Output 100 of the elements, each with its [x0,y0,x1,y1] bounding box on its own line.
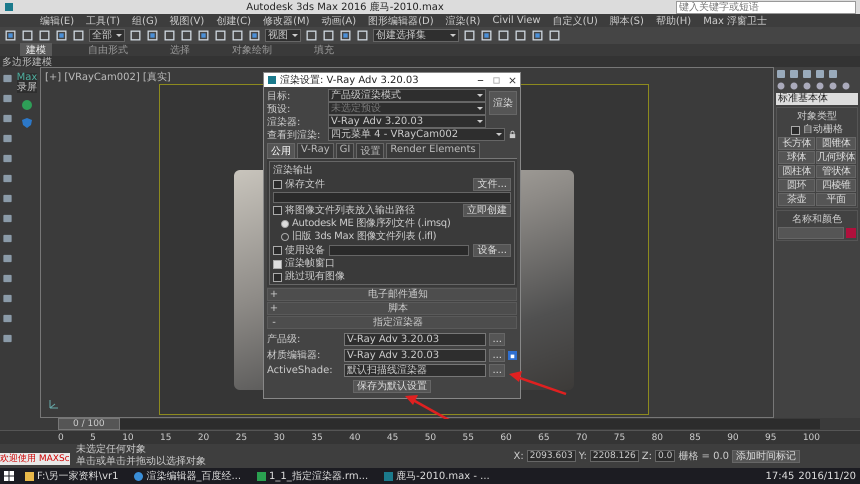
menu-item[interactable]: Civil View [492,15,541,26]
dropdown[interactable]: V-Ray Adv 3.20.03 [328,115,486,128]
tool-icon[interactable] [2,273,12,284]
script-listener-field[interactable]: 欢迎使用 MAXSc [0,453,70,465]
selection-set-dropdown[interactable]: 创建选择集 [373,29,459,42]
toolbar-tool-icon[interactable] [480,29,493,42]
file-button[interactable]: 文件... [473,178,511,191]
primitive-button[interactable]: 圆环 [778,179,815,192]
viewport[interactable] [40,67,774,418]
primitive-button[interactable]: 管状体 [816,165,856,178]
toolbar-tool-icon[interactable] [356,29,369,42]
coordinate-field[interactable]: 2208.126 [590,450,639,462]
lock-icon[interactable] [508,130,517,139]
selection-filter-dropdown[interactable]: 全部 [89,29,125,42]
time-slider[interactable]: 0 / 100 [58,419,820,429]
settings-tab[interactable]: 设置 [356,143,384,158]
toolbar-tool-icon[interactable] [463,29,476,42]
toolbar-tool-icon[interactable] [214,29,227,42]
menu-item[interactable]: 图形编辑器(D) [368,14,434,28]
toolbar-tool-icon[interactable] [4,29,17,42]
create-now-button[interactable]: 立即创建 [463,204,511,217]
toolbar-tool-icon[interactable] [180,29,193,42]
primitive-button[interactable]: 茶壶 [778,193,815,206]
checkbox[interactable]: 将图像文件列表放入输出路径 [273,204,415,216]
coordinate-system-dropdown[interactable]: 视图 [265,29,301,42]
toolbar-tool-icon[interactable] [531,29,544,42]
close-icon[interactable] [508,76,517,84]
tool-icon[interactable] [2,153,12,164]
taskbar-app-button[interactable]: 1_1_指定渲染器.rm... [252,469,374,483]
viewport-label[interactable]: [+] [VRayCam002] [真实] [45,70,171,84]
ribbon-tab[interactable]: 选择 [164,43,196,57]
app-logo-icon[interactable] [4,2,14,12]
menu-item[interactable]: 帮助(H) [656,14,692,28]
tool-icon[interactable] [2,73,12,84]
tool-icon[interactable] [2,173,12,184]
coordinate-field[interactable]: 2093.603 [526,450,576,462]
tool-icon[interactable] [2,113,12,124]
toolbar-tool-icon[interactable] [197,29,210,42]
lock-toggle-icon[interactable] [508,350,517,360]
save-as-default-button[interactable]: 保存为默认设置 [353,380,431,393]
tool-icon[interactable] [2,93,12,104]
ribbon-tab[interactable]: 对象绘制 [226,43,278,57]
checkbox[interactable]: 跳过现有图像 [273,271,511,283]
output-path-field[interactable] [273,192,511,203]
menu-item[interactable]: 动画(A) [322,14,356,28]
toolbar-tool-icon[interactable] [163,29,176,42]
taskbar-app-button[interactable]: 渲染编辑器_百度经... [129,469,246,483]
dropdown[interactable]: 产品级渲染模式 [328,89,486,102]
menu-item[interactable]: 渲染(R) [446,14,480,28]
radio-option[interactable]: Autodesk ME 图像序列文件 (.imsq) [273,218,511,230]
toolbar-tool-icon[interactable] [146,29,159,42]
checkbox[interactable]: 渲染帧窗口 [273,258,511,270]
windows-start-icon[interactable] [4,471,14,481]
toolbar-tool-icon[interactable] [21,29,34,42]
taskbar-app-button[interactable]: F:\另一家资料\vr1 [20,469,124,483]
toolbar-tool-icon[interactable] [231,29,244,42]
toolbar-tool-icon[interactable] [129,29,142,42]
settings-tab[interactable]: 公用 [267,143,295,158]
rollout-header[interactable]: - 指定渲染器 [267,316,517,329]
tool-icon[interactable] [2,133,12,144]
primitive-button[interactable]: 四棱锥 [816,179,856,192]
tool-icon[interactable] [2,293,12,304]
primitive-button[interactable]: 圆锥体 [816,137,856,150]
settings-tab[interactable]: Render Elements [386,143,480,158]
device-field[interactable] [329,245,470,256]
radio-option[interactable]: 旧版 3ds Max 图像文件列表 (.ifl) [273,231,511,243]
menu-item[interactable]: Max 浮窗卫士 [703,14,768,28]
menu-item[interactable]: 工具(T) [86,14,120,28]
checkbox[interactable]: 保存文件 [273,178,325,190]
menu-item[interactable]: 脚本(S) [610,14,644,28]
dropdown[interactable]: 四元菜单 4 - VRayCam002 [328,128,505,141]
tool-icon[interactable] [2,313,12,324]
checkbox[interactable]: 使用设备 [273,244,325,256]
time-slider-thumb[interactable]: 0 / 100 [58,418,120,430]
toolbar-tool-icon[interactable] [514,29,527,42]
timeline-ruler[interactable]: 0 5 10 15 20 25 30 35 40 45 50 55 60 65 70 75 80 85 90 95 100 [0,430,860,444]
browse-button[interactable]: ... [489,364,505,377]
category-dropdown[interactable]: 标准基本体 [776,93,858,105]
rollout-header[interactable]: + 脚本 [267,302,517,315]
ribbon-tab[interactable]: 建模 [20,43,52,57]
toolbar-tool-icon[interactable] [72,29,85,42]
plugin-circle-icon[interactable] [21,99,33,111]
tool-icon[interactable] [2,253,12,264]
taskbar-app-button[interactable]: 鹿马-2010.max - ... [379,469,495,483]
toolbar-tool-icon[interactable] [248,29,261,42]
toolbar-tool-icon[interactable] [497,29,510,42]
add-time-tag-button[interactable]: 添加时间标记 [732,450,800,462]
primitive-button[interactable]: 球体 [778,151,815,164]
ribbon-tab[interactable]: 自由形式 [82,43,134,57]
menu-item[interactable]: 视图(V) [170,14,204,28]
primitive-button[interactable]: 长方体 [778,137,815,150]
settings-tab[interactable]: V-Ray [297,143,334,158]
name-field[interactable] [778,227,844,239]
coordinate-field[interactable]: 0.0 [655,450,676,462]
tool-icon[interactable] [2,333,12,344]
tool-icon[interactable] [2,213,12,224]
menu-item[interactable]: 创建(C) [216,14,252,28]
shield-icon[interactable] [21,117,33,129]
render-button[interactable]: 渲染 [489,91,517,115]
toolbar-tool-icon[interactable] [55,29,68,42]
